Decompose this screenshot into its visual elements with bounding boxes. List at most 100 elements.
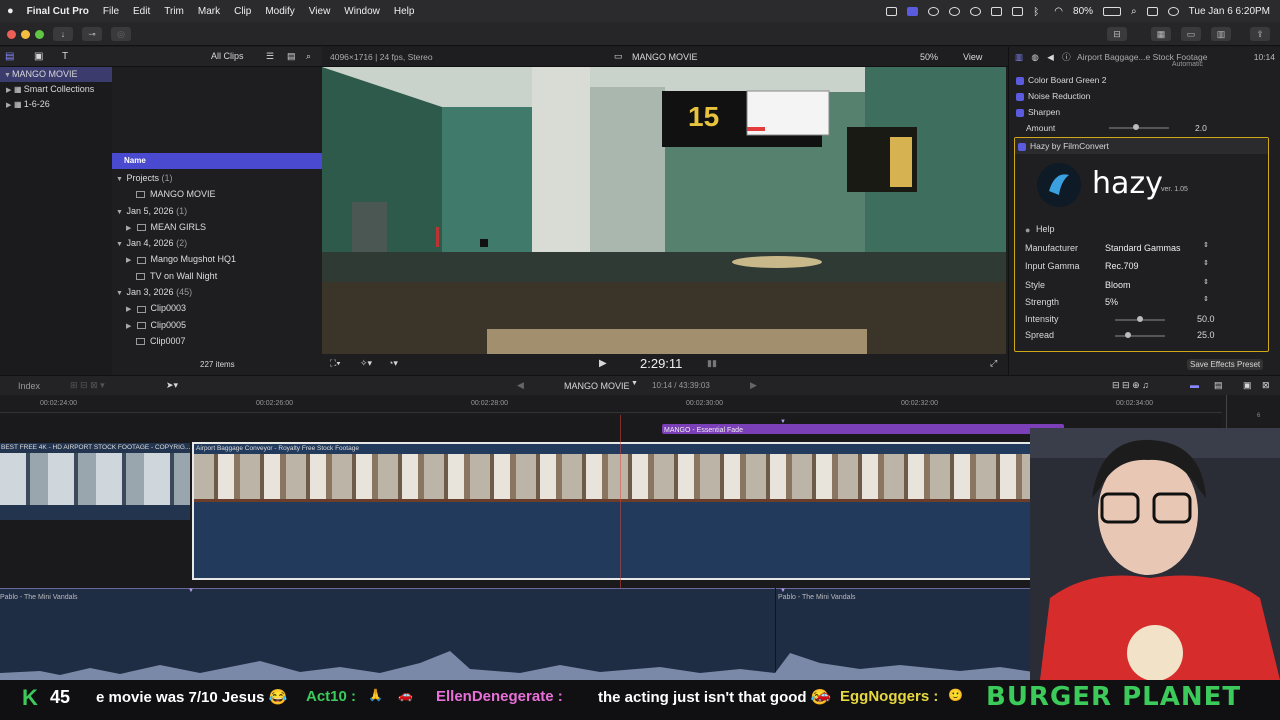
menu-clip[interactable]: Clip — [227, 6, 258, 17]
effect-row[interactable]: Color Board Green 2 — [1009, 72, 1280, 88]
libraries-icon[interactable]: ▤ — [5, 51, 14, 62]
select-tool-icon[interactable]: ➤▾ — [166, 380, 178, 391]
disclosure-closed-icon[interactable]: ▶ — [126, 319, 134, 335]
keyword-button[interactable]: ⊸ — [82, 27, 102, 41]
playhead[interactable] — [620, 415, 621, 588]
screen-record-icon[interactable] — [907, 6, 919, 16]
event-item[interactable]: ▶ ▦ 1-6-26 — [0, 97, 112, 112]
marker-icon[interactable]: ▼ — [188, 588, 194, 594]
menu-trim[interactable]: Trim — [157, 6, 191, 17]
status-icon[interactable] — [949, 6, 961, 16]
marker-icon[interactable]: ▼ — [780, 419, 786, 425]
apple-icon[interactable]: ● — [0, 5, 21, 17]
disclosure-closed-icon[interactable]: ▶ — [6, 83, 14, 98]
disclosure-open-icon[interactable]: ▼ — [116, 172, 124, 188]
list-item[interactable]: ▶ Clip0003 — [112, 300, 322, 316]
zoom-window-button[interactable] — [35, 30, 44, 39]
list-item[interactable]: ▼ Jan 4, 2026 (2) — [112, 235, 322, 251]
menu-edit[interactable]: Edit — [126, 6, 157, 17]
bluetooth-icon[interactable]: ᛒ — [1033, 7, 1044, 18]
clip-filter-dropdown[interactable]: All Clips — [211, 51, 244, 61]
amount-slider-thumb[interactable] — [1133, 124, 1139, 130]
dropdown-chevron-icon[interactable]: ⇕ — [1203, 278, 1209, 286]
dropdown-chevron-icon[interactable]: ⇕ — [1203, 295, 1209, 303]
intensity-slider[interactable] — [1115, 316, 1165, 322]
intensity-value[interactable]: 50.0 — [1197, 314, 1215, 324]
library-item[interactable]: ▼MANGO MOVIE — [0, 67, 112, 82]
timeline-project-name[interactable]: MANGO MOVIE — [564, 381, 630, 391]
timeline-ruler[interactable]: 00:02:24:00 00:02:26:00 00:02:28:00 00:0… — [0, 395, 1222, 415]
play-status-icon[interactable] — [970, 6, 982, 16]
effect-header[interactable]: Hazy by FilmConvert — [1015, 138, 1268, 154]
photos-icon[interactable]: ▣ — [34, 51, 43, 62]
back-arrow-icon[interactable]: ◀ — [517, 380, 524, 391]
spread-value[interactable]: 25.0 — [1197, 330, 1215, 340]
disclosure-open-icon[interactable]: ▼ — [116, 286, 124, 302]
manufacturer-dropdown[interactable]: Standard Gammas — [1105, 243, 1181, 253]
video-clip[interactable]: BEST FREE 4K - HD AIRPORT STOCK FOOTAGE … — [0, 443, 190, 520]
index-button[interactable]: Index — [18, 381, 40, 391]
background-tasks-button[interactable]: ◎ — [111, 27, 131, 41]
video-frame[interactable]: 15 — [322, 67, 1006, 354]
status-icon[interactable] — [886, 6, 898, 16]
edit-buttons[interactable]: ⊞ ⊟ ⊠ ▾ — [70, 380, 105, 391]
transition-clip[interactable]: MANGO - Essential Fade — [662, 424, 1064, 434]
minimize-window-button[interactable] — [21, 30, 30, 39]
disclosure-closed-icon[interactable]: ▶ — [126, 253, 134, 269]
effect-row[interactable]: Sharpen — [1009, 104, 1280, 120]
project-view-button[interactable]: ⊟ — [1107, 27, 1127, 41]
list-view-icon[interactable]: ☰ — [266, 51, 274, 62]
speed-icon[interactable]: ◔▾ — [388, 358, 398, 369]
transitions-icon[interactable]: ▣ — [1243, 380, 1252, 391]
disclosure-open-icon[interactable]: ▼ — [116, 205, 124, 221]
app-menu[interactable]: Final Cut Pro — [21, 6, 96, 17]
amount-value[interactable]: 2.0 — [1195, 120, 1207, 136]
filmstrip-icon[interactable]: ▤ — [287, 51, 296, 62]
help-icon[interactable]: ● — [1025, 225, 1030, 235]
spread-slider[interactable] — [1115, 332, 1165, 338]
effect-enabled-checkbox[interactable] — [1016, 108, 1024, 117]
list-item[interactable]: ▼ Jan 3, 2026 (45) — [112, 284, 322, 300]
effect-enabled-checkbox[interactable] — [1016, 92, 1024, 101]
spread-slider-thumb[interactable] — [1124, 332, 1131, 338]
timecode-display[interactable]: 2:29:11 — [640, 356, 682, 371]
dropdown-chevron-icon[interactable]: ⇕ — [1203, 259, 1209, 267]
amount-slider[interactable] — [1109, 124, 1169, 130]
list-item[interactable]: ▼ Projects (1) — [112, 170, 322, 186]
name-column-header[interactable]: Name — [112, 153, 322, 169]
menu-mark[interactable]: Mark — [191, 6, 227, 17]
status-icon[interactable] — [991, 6, 1003, 16]
input-gamma-dropdown[interactable]: Rec.709 — [1105, 261, 1139, 271]
battery-icon[interactable] — [1103, 6, 1122, 16]
layout-inspector-button[interactable]: ▥ — [1211, 27, 1231, 41]
disclosure-closed-icon[interactable]: ▶ — [6, 98, 14, 113]
style-dropdown[interactable]: Bloom — [1105, 280, 1131, 290]
zoom-dropdown[interactable]: 50% — [920, 52, 938, 62]
menu-view[interactable]: View — [302, 6, 338, 17]
list-item[interactable]: ▶ Mango Mugshot HQ1 — [112, 251, 322, 267]
status-icon[interactable] — [928, 6, 940, 16]
effect-enabled-checkbox[interactable] — [1018, 142, 1026, 151]
timeline-tool-icons[interactable]: ⊟ ⊟ ⊕ ♫ — [1112, 380, 1149, 391]
strength-dropdown[interactable]: 5% — [1105, 297, 1118, 307]
chevron-down-icon[interactable]: ▼ — [631, 380, 638, 387]
disclosure-open-icon[interactable]: ▼ — [116, 237, 124, 253]
timeline-options-icon[interactable]: ⊠ — [1262, 380, 1270, 391]
menu-help[interactable]: Help — [387, 6, 422, 17]
wifi-icon[interactable]: ◠ — [1054, 6, 1063, 17]
disclosure-closed-icon[interactable]: ▶ — [126, 302, 134, 318]
control-center-icon[interactable] — [1146, 6, 1158, 16]
play-button[interactable]: ▶ — [599, 358, 607, 369]
menu-modify[interactable]: Modify — [258, 6, 301, 17]
list-item[interactable]: ▼ Jan 5, 2026 (1) — [112, 203, 322, 219]
display-icon[interactable] — [1012, 6, 1024, 16]
marker-icon[interactable]: ▼ — [780, 588, 786, 594]
list-item[interactable]: ▶ Clip0005 — [112, 317, 322, 333]
transform-icon[interactable]: ⛶▾ — [330, 358, 341, 369]
enhance-icon[interactable]: ✧▾ — [360, 358, 372, 369]
effect-enabled-checkbox[interactable] — [1016, 76, 1024, 85]
list-item[interactable]: MANGO MOVIE — [112, 186, 322, 202]
list-item[interactable]: TV on Wall Night — [112, 268, 322, 284]
intensity-slider-thumb[interactable] — [1137, 316, 1143, 322]
search-icon[interactable]: ⌕ — [306, 51, 311, 62]
